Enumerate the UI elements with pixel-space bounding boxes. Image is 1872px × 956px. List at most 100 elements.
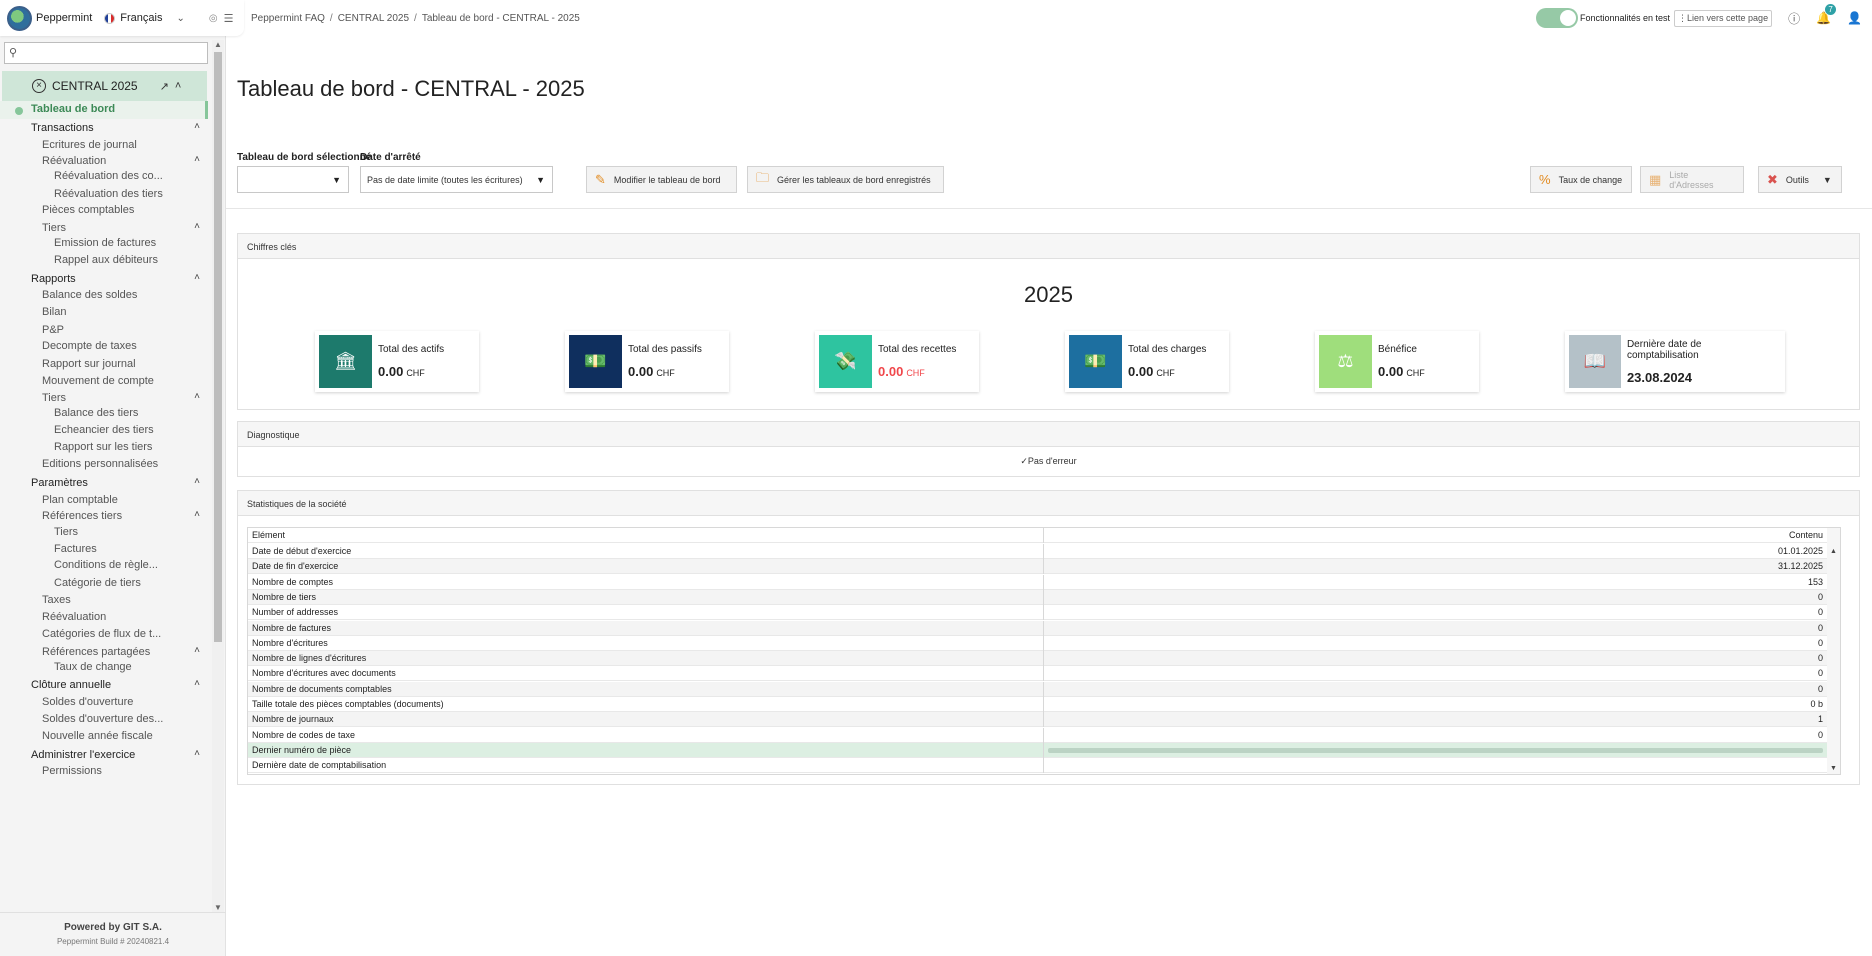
key-figures-header: Chiffres clés [238,234,1859,259]
scrollbar-thumb[interactable] [214,52,222,642]
table-row[interactable]: Nombre de journaux 1 [248,712,1829,728]
table-row[interactable]: Nombre d'écritures avec documents 0 [248,666,1829,682]
sidebar-item-cat-gorie-de-tiers[interactable]: Catégorie de tiers [0,575,208,593]
sidebar-item-rapport-sur-journal[interactable]: Rapport sur journal [0,356,208,374]
table-row[interactable]: Nombre de tiers 0 [248,589,1829,605]
address-list-button[interactable]: ▦ Liste d'Adresses [1640,166,1744,193]
scroll-down-icon: ▼ [1830,765,1837,772]
table-row[interactable]: Nombre de factures 0 [248,620,1829,636]
sidebar-item-tableau-de-bord[interactable]: Tableau de bord [0,101,208,119]
table-row[interactable]: Date de fin d'exercice 31.12.2025 [248,559,1829,575]
chevron-up-icon[interactable]: ˄ [194,645,200,656]
table-scrollbar[interactable]: ▲ ▼ [1827,528,1840,774]
sidebar-item-permissions[interactable]: Permissions [0,763,208,781]
scroll-down-icon[interactable]: ▼ [214,903,222,912]
chevron-up-icon[interactable]: ˄ [194,391,200,402]
sidebar-item-decompte-de-taxes[interactable]: Decompte de taxes [0,338,208,356]
sidebar-item-mouvement-de-compte[interactable]: Mouvement de compte [0,373,208,391]
row-label: Nombre de lignes d'écritures [252,653,367,664]
column-header-element[interactable]: Elément [252,530,285,540]
kpi-label: Total des charges [1128,344,1207,355]
page-title: Tableau de bord - CENTRAL - 2025 [237,76,585,101]
sidebar-item-cat-gories-de-flux-de-t[interactable]: Catégories de flux de t... [0,626,208,644]
kpi-value: 0.00 CHF [878,364,925,379]
table-row[interactable]: Dernier numéro de pièce [248,742,1829,758]
table-row[interactable]: Nombre de codes de taxe 0 [248,727,1829,743]
sidebar-item-soldes-d-ouverture[interactable]: Soldes d'ouverture [0,694,208,712]
sidebar-item-soldes-d-ouverture-des[interactable]: Soldes d'ouverture des... [0,711,208,729]
kpi-card: 🏛 Total des actifs 0.00 CHF [315,331,479,392]
edit-dashboard-button[interactable]: ✎ Modifier le tableau de bord [586,166,737,193]
sidebar-item-cl-ture-annuelle[interactable]: Clôture annuelle ˄ [0,677,208,695]
search-input[interactable] [23,45,203,61]
test-features-toggle[interactable] [1535,8,1578,28]
language-selector[interactable]: Français [120,12,162,24]
table-row[interactable]: Nombre d'écritures 0 [248,635,1829,651]
chevron-down-icon[interactable]: ⌄ [176,13,184,24]
menu-icon[interactable]: ☰ [224,12,234,25]
close-circle-icon[interactable]: × [32,79,46,93]
sidebar-item-transactions[interactable]: Transactions ˄ [0,120,208,138]
sidebar-item-editions-personnalis-es[interactable]: Editions personnalisées [0,456,208,474]
sidebar-item-rapport-sur-les-tiers[interactable]: Rapport sur les tiers [0,439,208,457]
external-link-icon[interactable]: ↗ [160,80,169,93]
table-row[interactable]: Nombre de comptes 153 [248,574,1829,590]
company-selector[interactable]: × CENTRAL 2025 ↗ ˄ [2,71,207,101]
chevron-up-icon[interactable]: ˄ [194,221,200,232]
table-row[interactable]: Nombre de lignes d'écritures 0 [248,651,1829,667]
manage-dashboards-button[interactable]: 🗀 Gérer les tableaux de bord enregistrés [747,166,944,193]
info-icon[interactable]: ⓘ [1788,10,1800,27]
exchange-rates-button[interactable]: % Taux de change [1530,166,1632,193]
row-value: 0 [1817,729,1823,740]
chevron-up-icon[interactable]: ˄ [175,80,181,92]
chevron-up-icon[interactable]: ˄ [194,748,200,759]
sidebar-item-emission-de-factures[interactable]: Emission de factures [0,235,208,253]
table-row[interactable]: Number of addresses 0 [248,605,1829,621]
table-row[interactable]: Dernière date de comptabilisation [248,758,1829,774]
peppermint-logo[interactable] [7,5,32,31]
page-link-button[interactable]: ⋮Lien vers cette page [1674,9,1773,27]
cutoff-date-select[interactable]: Pas de date limite (toutes les écritures… [360,166,553,193]
row-value: 0 [1817,668,1823,679]
settings-circle-icon[interactable]: ◎ [209,13,218,24]
sidebar-item-r-valuation-des-co[interactable]: Réévaluation des co... [0,168,208,186]
chevron-up-icon[interactable]: ˄ [194,678,200,689]
sidebar-scrollbar[interactable]: ▲ ▼ [212,40,224,912]
sidebar-item-conditions-de-r-gle[interactable]: Conditions de règle... [0,557,208,575]
sidebar-item-label: Factures [54,543,97,555]
sidebar-item-taxes[interactable]: Taxes [0,592,208,610]
chevron-up-icon[interactable]: ˄ [194,121,200,132]
scroll-up-icon[interactable]: ▲ [214,40,222,49]
dashboard-select[interactable]: ▼ [237,166,349,193]
breadcrumb-item[interactable]: CENTRAL 2025 [338,13,409,24]
chevron-up-icon[interactable]: ˄ [194,476,200,487]
chevron-up-icon[interactable]: ˄ [194,509,200,520]
sidebar-item-param-tres[interactable]: Paramètres ˄ [0,475,208,493]
bell-icon[interactable]: 🔔 7 [1816,4,1837,25]
diagnostics-status: ✓Pas d'erreur [1020,456,1077,466]
sidebar-item-rappel-aux-d-biteurs[interactable]: Rappel aux débiteurs [0,252,208,270]
sidebar-item-pi-ces-comptables[interactable]: Pièces comptables [0,202,208,220]
kpi-label: Bénéfice [1378,344,1417,355]
chevron-up-icon[interactable]: ˄ [194,272,200,283]
sidebar-item-taux-de-change[interactable]: Taux de change [0,659,208,677]
sidebar-item-nouvelle-ann-e-fiscale[interactable]: Nouvelle année fiscale [0,728,208,746]
tools-button[interactable]: ✖ Outils ▼ [1758,166,1842,193]
column-header-content[interactable]: Contenu [1789,530,1823,540]
sidebar-item-tiers[interactable]: Tiers [0,524,208,542]
sidebar-item-balance-des-tiers[interactable]: Balance des tiers [0,405,208,423]
sidebar-item-balance-des-soldes[interactable]: Balance des soldes [0,287,208,305]
dashboard-select-label: Tableau de bord sélectionné [237,152,372,163]
table-row[interactable]: Date de début d'exercice 01.01.2025 [248,544,1829,559]
sidebar-item-r-valuation[interactable]: Réévaluation [0,609,208,627]
sidebar-item-echeancier-des-tiers[interactable]: Echeancier des tiers [0,422,208,440]
table-row[interactable]: Taille totale des pièces comptables (doc… [248,697,1829,712]
sidebar-search[interactable]: ⚲ [4,42,208,64]
sidebar-item-label: Emission de factures [54,237,157,249]
breadcrumb-item[interactable]: Peppermint FAQ [251,13,325,24]
user-icon[interactable]: 👤 [1847,11,1862,25]
chevron-up-icon[interactable]: ˄ [194,154,200,165]
table-row[interactable]: Nombre de documents comptables 0 [248,681,1829,697]
sidebar-item-bilan[interactable]: Bilan [0,304,208,322]
kpi-value: 0.00 CHF [1128,364,1175,379]
